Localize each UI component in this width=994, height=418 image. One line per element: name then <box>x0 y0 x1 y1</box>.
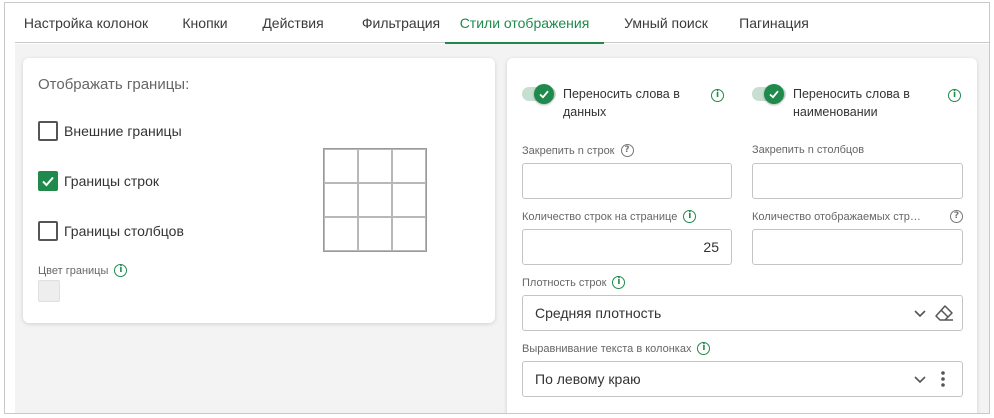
preview-cell <box>392 149 426 183</box>
freeze-rows-input[interactable] <box>522 163 732 199</box>
tab-filtering[interactable]: Фильтрация <box>351 3 451 43</box>
wrap-names-toggle[interactable] <box>752 84 786 104</box>
outer-borders-option[interactable]: Внешние границы <box>38 121 182 141</box>
info-icon[interactable]: i <box>114 264 128 277</box>
preview-cell <box>392 183 426 217</box>
tab-content: Отображать границы: Внешние границы Гран… <box>15 44 989 413</box>
density-label: Плотность строк <box>522 276 607 289</box>
displayed-rows-label: Количество отображаемых стр… <box>752 210 921 223</box>
preview-cell <box>324 149 358 183</box>
display-settings-card: Переносить слова в данных i Переносить с… <box>507 58 977 413</box>
freeze-cols-input[interactable] <box>752 163 963 199</box>
check-icon <box>539 90 549 99</box>
displayed-rows-label-row: Количество отображаемых стр… ? <box>752 210 963 223</box>
tab-smart-search[interactable]: Умный поиск <box>617 3 715 43</box>
wrap-names-label: Переносить слова в наименовании <box>793 87 910 119</box>
tab-actions[interactable]: Действия <box>251 3 335 43</box>
info-icon[interactable]: i <box>683 210 697 223</box>
alignment-value: По левому краю <box>535 371 641 387</box>
border-color-label-row: Цвет границы i <box>38 264 128 277</box>
tab-column-settings[interactable]: Настройка колонок <box>15 3 157 43</box>
alignment-label: Выравнивание текста в колонках <box>522 342 692 355</box>
outer-borders-label: Внешние границы <box>64 123 182 139</box>
column-borders-option[interactable]: Границы столбцов <box>38 221 184 241</box>
alignment-select[interactable]: По левому краю <box>522 361 963 397</box>
freeze-cols-label: Закрепить n столбцов <box>752 144 865 156</box>
row-borders-option[interactable]: Границы строк <box>38 171 159 191</box>
eraser-icon[interactable] <box>934 304 954 322</box>
wrap-data-label: Переносить слова в данных <box>563 87 680 119</box>
border-color-swatch[interactable] <box>38 280 60 302</box>
toggle-knob <box>764 84 784 104</box>
row-borders-checkbox[interactable] <box>38 171 58 191</box>
freeze-rows-label-row: Закрепить n строк ? <box>522 144 634 157</box>
info-icon[interactable]: i <box>697 342 711 355</box>
rows-per-page-label: Количество строк на странице <box>522 210 678 223</box>
borders-title: Отображать границы: <box>38 76 190 93</box>
tab-display-styles[interactable]: Стили отображения <box>445 3 604 44</box>
preview-cell <box>358 183 392 217</box>
preview-cell <box>358 217 392 251</box>
help-icon[interactable]: ? <box>620 144 634 157</box>
info-icon[interactable]: i <box>948 89 961 102</box>
settings-window: Настройка колонок Кнопки Действия Фильтр… <box>4 2 990 414</box>
tab-buttons[interactable]: Кнопки <box>175 3 235 43</box>
help-icon[interactable]: ? <box>950 210 963 223</box>
tab-pagination[interactable]: Пагинация <box>731 3 817 43</box>
preview-cell <box>358 149 392 183</box>
preview-cell <box>324 183 358 217</box>
info-icon[interactable]: i <box>612 276 626 289</box>
column-borders-label: Границы столбцов <box>64 223 184 239</box>
chevron-down-icon[interactable] <box>911 370 929 388</box>
check-icon <box>769 90 779 99</box>
chevron-down-icon[interactable] <box>911 304 929 322</box>
preview-cell <box>392 217 426 251</box>
check-icon <box>42 176 54 187</box>
preview-cell <box>324 217 358 251</box>
tab-bar: Настройка колонок Кнопки Действия Фильтр… <box>15 3 989 44</box>
density-select[interactable]: Средняя плотность <box>522 295 963 331</box>
toggle-knob <box>534 84 554 104</box>
border-preview-grid <box>323 148 427 252</box>
rows-per-page-input[interactable]: 25 <box>522 229 732 265</box>
freeze-cols-label-row: Закрепить n столбцов <box>752 144 864 156</box>
column-borders-checkbox[interactable] <box>38 221 58 241</box>
outer-borders-checkbox[interactable] <box>38 121 58 141</box>
density-value: Средняя плотность <box>535 305 662 321</box>
displayed-rows-input[interactable] <box>752 229 963 265</box>
alignment-label-row: Выравнивание текста в колонках i <box>522 342 711 355</box>
rows-per-page-label-row: Количество строк на странице i <box>522 210 697 223</box>
wrap-data-toggle[interactable] <box>522 84 556 104</box>
density-label-row: Плотность строк i <box>522 276 626 289</box>
row-borders-label: Границы строк <box>64 173 159 189</box>
freeze-rows-label: Закрепить n строк <box>522 144 615 157</box>
borders-card: Отображать границы: Внешние границы Гран… <box>23 58 495 323</box>
info-icon[interactable]: i <box>711 89 724 102</box>
more-vertical-icon[interactable] <box>937 370 949 388</box>
border-color-label: Цвет границы <box>38 264 109 277</box>
